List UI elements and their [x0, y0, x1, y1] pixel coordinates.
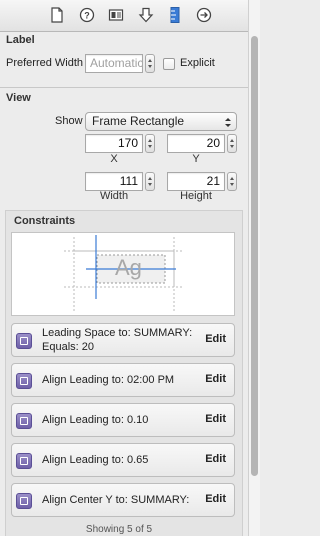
edit-button[interactable]: Edit	[205, 453, 226, 465]
explicit-label: Explicit	[180, 57, 215, 69]
scrollbar-thumb[interactable]	[251, 36, 258, 476]
show-label: Show	[55, 115, 83, 127]
inspector-content: Label Preferred Width Automatic Explicit…	[0, 32, 248, 536]
preferred-width-field[interactable]: Automatic	[85, 54, 143, 73]
height-field[interactable]: 21	[167, 172, 225, 191]
x-stepper[interactable]	[145, 134, 155, 153]
y-stepper[interactable]	[227, 134, 237, 153]
preferred-width-stepper[interactable]	[145, 54, 155, 73]
preview-sample-text: Ag	[115, 255, 142, 280]
view-section-title: View	[6, 92, 31, 104]
constraints-count: Showing 5 of 5	[85, 524, 153, 535]
preferred-width-label: Preferred Width	[6, 57, 84, 69]
constraint-text: Align Center Y to: SUMMARY:	[42, 494, 190, 506]
constraint-text: Align Leading to: 0.65	[42, 454, 149, 466]
explicit-checkbox[interactable]	[163, 58, 175, 70]
width-field[interactable]: 111	[85, 172, 143, 191]
popup-arrows-icon	[225, 116, 231, 127]
constraint-text: Leading Space to: SUMMARY:	[42, 327, 193, 339]
align-leading-constraint-icon	[16, 413, 32, 429]
connections-inspector-icon[interactable]	[196, 7, 212, 23]
height-stepper[interactable]	[227, 172, 237, 191]
attributes-inspector-icon[interactable]	[138, 7, 154, 23]
help-icon[interactable]: ?	[79, 7, 95, 23]
constraint-row-align-center-y[interactable]: Align Center Y to: SUMMARY: Edit	[11, 483, 235, 517]
constraint-row-align-leading-1[interactable]: Align Leading to: 02:00 PM Edit	[11, 363, 235, 397]
constraints-preview: Ag	[11, 232, 235, 316]
show-popup-value: Frame Rectangle	[92, 114, 185, 128]
constraint-text: Align Leading to: 0.10	[42, 414, 149, 426]
align-leading-constraint-icon	[16, 453, 32, 469]
width-stepper[interactable]	[145, 172, 155, 191]
constraint-row-align-leading-2[interactable]: Align Leading to: 0.10 Edit	[11, 403, 235, 437]
inspector-toolbar: ?	[0, 0, 248, 32]
constraints-section-title: Constraints	[14, 215, 76, 227]
x-label: X	[110, 153, 118, 165]
vertical-scrollbar[interactable]	[248, 0, 260, 536]
file-inspector-icon[interactable]	[49, 7, 65, 23]
constraint-row-align-leading-3[interactable]: Align Leading to: 0.65 Edit	[11, 443, 235, 477]
show-popup[interactable]: Frame Rectangle	[85, 112, 237, 131]
leading-space-constraint-icon	[16, 333, 32, 349]
align-leading-constraint-icon	[16, 373, 32, 389]
svg-text:?: ?	[84, 11, 90, 21]
identity-inspector-icon[interactable]	[108, 7, 124, 23]
width-label: Width	[99, 190, 129, 202]
height-label: Height	[180, 190, 212, 202]
edit-button[interactable]: Edit	[205, 333, 226, 345]
size-inspector-icon[interactable]	[167, 7, 183, 23]
edit-button[interactable]: Edit	[205, 373, 226, 385]
y-field[interactable]: 20	[167, 134, 225, 153]
constraint-subtext: Equals: 20	[42, 341, 94, 353]
section-divider	[0, 87, 248, 88]
edit-button[interactable]: Edit	[205, 493, 226, 505]
y-label: Y	[192, 153, 200, 165]
x-field[interactable]: 170	[85, 134, 143, 153]
align-center-y-constraint-icon	[16, 493, 32, 509]
constraint-row-leading-space[interactable]: Leading Space to: SUMMARY: Equals: 20 Ed…	[11, 323, 235, 357]
constraint-text: Align Leading to: 02:00 PM	[42, 374, 175, 386]
edit-button[interactable]: Edit	[205, 413, 226, 425]
label-section-title: Label	[6, 34, 35, 46]
